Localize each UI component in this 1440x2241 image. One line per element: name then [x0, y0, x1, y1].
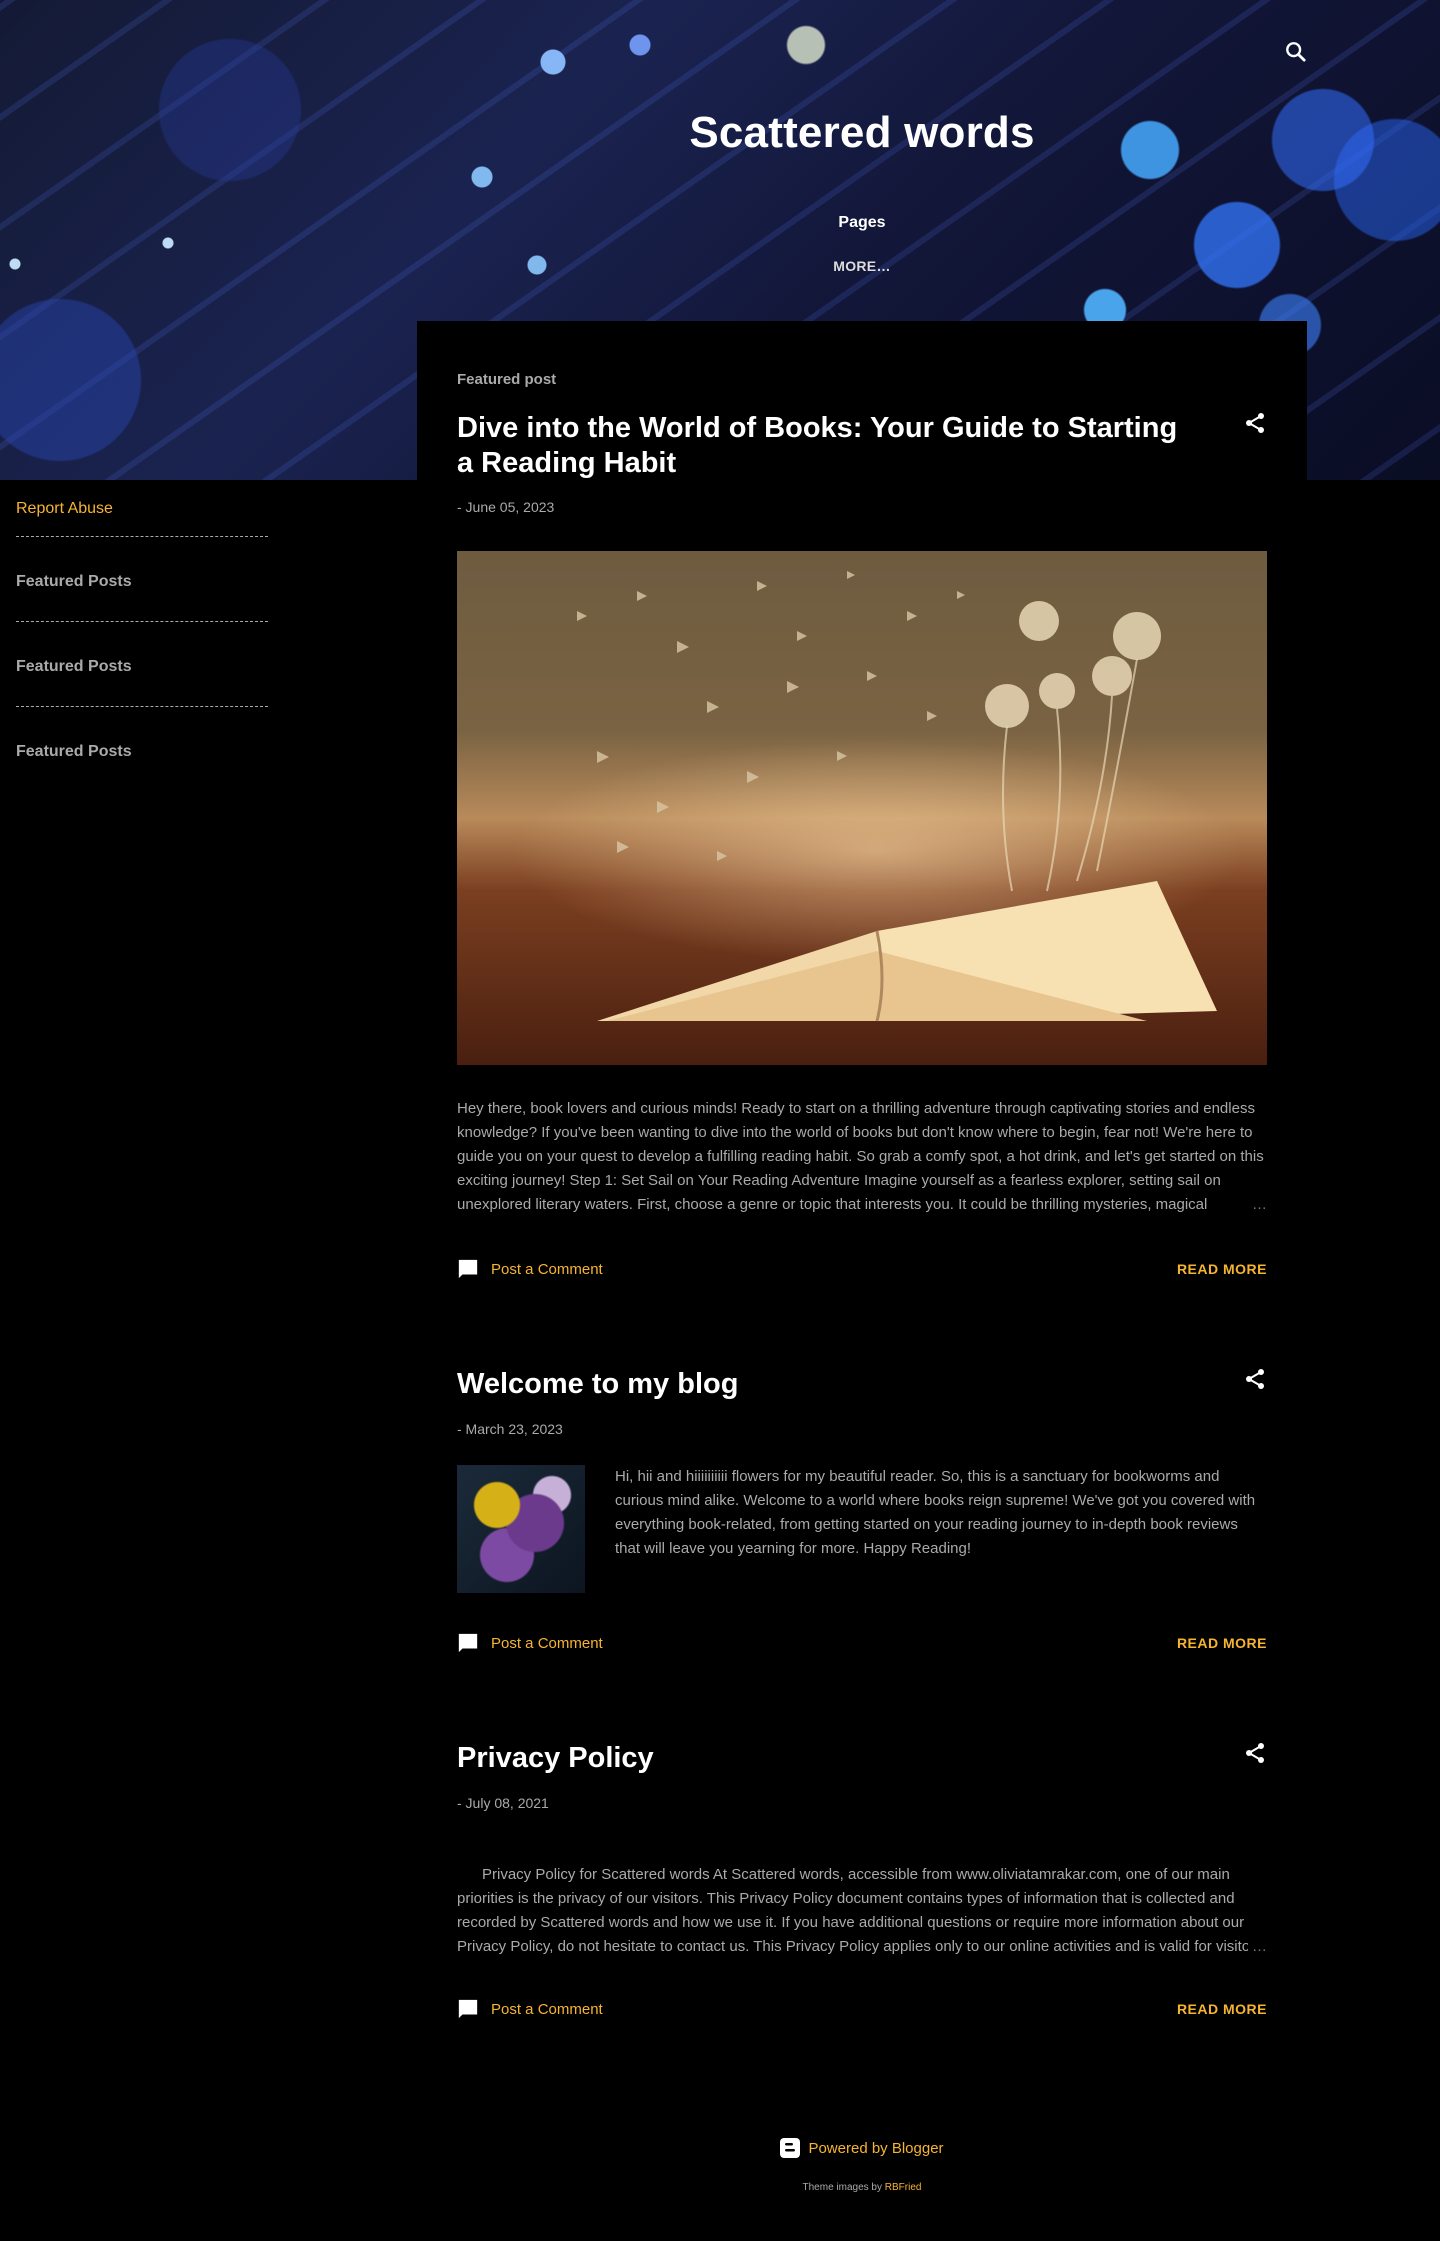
- read-more-link[interactable]: READ MORE: [1177, 1261, 1267, 1277]
- post-header: Privacy Policy: [457, 1741, 1267, 1776]
- post-date[interactable]: - July 08, 2021: [457, 1795, 1267, 1811]
- post-snippet: Hey there, book lovers and curious minds…: [457, 1097, 1267, 1217]
- share-icon[interactable]: [1243, 1367, 1267, 1391]
- comment-icon: [458, 1633, 478, 1653]
- read-more-link[interactable]: READ MORE: [1177, 2001, 1267, 2017]
- post-date[interactable]: - March 23, 2023: [457, 1421, 1267, 1437]
- post-snippet-text: Hi, hii and hiiiiiiiiii flowers for my b…: [615, 1468, 1256, 1557]
- post-title[interactable]: Welcome to my blog: [457, 1367, 1187, 1402]
- theme-credit-prefix: Theme images by: [802, 2182, 885, 2193]
- sidebar: Report Abuse Featured Posts Featured Pos…: [16, 500, 268, 791]
- share-icon[interactable]: [1243, 411, 1267, 435]
- post-footer-row: Post a Comment READ MORE: [457, 1631, 1267, 1655]
- post-header: Dive into the World of Books: Your Guide…: [457, 411, 1267, 481]
- post-date[interactable]: - June 05, 2023: [457, 499, 1267, 515]
- sidebar-featured-posts-heading: Featured Posts: [16, 622, 268, 707]
- post-thumbnail[interactable]: [457, 1465, 585, 1593]
- main-content: Featured post Dive into the World of Boo…: [417, 321, 1307, 2021]
- theme-credit: Theme images by RBFried: [0, 2182, 1440, 2193]
- post-comment-label: Post a Comment: [491, 1634, 603, 1652]
- comment-icon: [458, 1999, 478, 2019]
- comment-icon: [458, 1259, 478, 1279]
- featured-post-label: Featured post: [457, 371, 557, 388]
- snippet-ellipsis: …: [1252, 1196, 1267, 1213]
- sidebar-featured-posts-heading: Featured Posts: [16, 743, 132, 760]
- post-comment-link[interactable]: Post a Comment: [457, 1258, 603, 1280]
- site-title[interactable]: Scattered words: [0, 108, 1440, 158]
- snippet-ellipsis: …: [1248, 1935, 1267, 1959]
- post-footer-row: Post a Comment READ MORE: [457, 1257, 1267, 1281]
- blogger-icon: [780, 2138, 801, 2158]
- share-icon[interactable]: [1243, 1741, 1267, 1765]
- post-footer-row: Post a Comment READ MORE: [457, 1997, 1267, 2021]
- post-header: Welcome to my blog: [457, 1367, 1267, 1402]
- post-comment-label: Post a Comment: [491, 1260, 603, 1278]
- post-comment-link[interactable]: Post a Comment: [457, 1998, 603, 2020]
- powered-by-blogger-link[interactable]: Powered by Blogger: [780, 2138, 944, 2158]
- post-snippet-text: Hey there, book lovers and curious minds…: [457, 1100, 1264, 1213]
- report-abuse-link[interactable]: Report Abuse: [16, 500, 268, 537]
- theme-author-link[interactable]: RBFried: [885, 2182, 922, 2193]
- post-title[interactable]: Privacy Policy: [457, 1741, 1187, 1776]
- powered-by-label: Powered by Blogger: [808, 2139, 944, 2157]
- post-title[interactable]: Dive into the World of Books: Your Guide…: [457, 411, 1187, 481]
- post-snippet: Privacy Policy for Scattered words At Sc…: [457, 1839, 1267, 1959]
- post-comment-link[interactable]: Post a Comment: [457, 1632, 603, 1654]
- nav-more-tab[interactable]: MORE…: [0, 258, 1440, 274]
- post-comment-label: Post a Comment: [491, 2000, 603, 2018]
- featured-post-image[interactable]: [457, 551, 1267, 1065]
- post-snippet-text: Privacy Policy for Scattered words At Sc…: [457, 1866, 1263, 1955]
- search-icon[interactable]: [1282, 38, 1310, 66]
- nav-pages-tab[interactable]: Pages: [0, 214, 1440, 232]
- read-more-link[interactable]: READ MORE: [1177, 1635, 1267, 1651]
- sidebar-featured-posts-heading: Featured Posts: [16, 537, 268, 622]
- site-footer: Powered by Blogger: [0, 2138, 1440, 2163]
